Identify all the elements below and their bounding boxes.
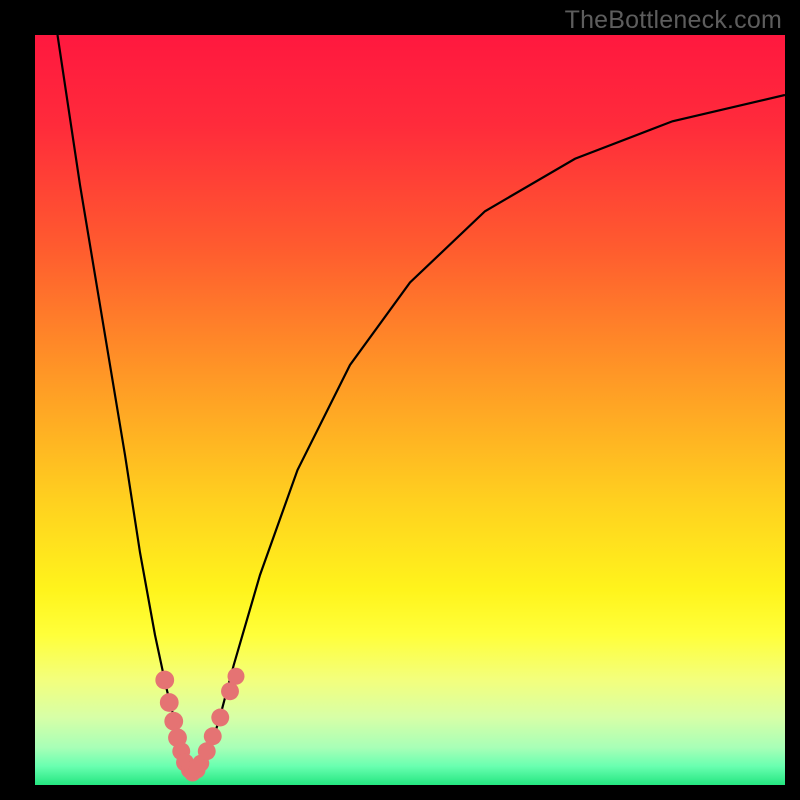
chart-frame: TheBottleneck.com bbox=[0, 0, 800, 800]
highlight-dot bbox=[221, 682, 239, 700]
highlight-dot bbox=[155, 671, 174, 690]
highlight-dot bbox=[211, 709, 229, 727]
highlight-dot bbox=[160, 693, 179, 712]
watermark-text: TheBottleneck.com bbox=[565, 6, 782, 35]
bottleneck-curve bbox=[58, 35, 786, 774]
curve-layer bbox=[35, 35, 785, 785]
plot-area bbox=[35, 35, 785, 785]
highlight-dot bbox=[204, 727, 222, 745]
highlight-dots-group bbox=[155, 668, 244, 782]
highlight-dot bbox=[228, 668, 245, 685]
highlight-dot bbox=[164, 712, 183, 731]
